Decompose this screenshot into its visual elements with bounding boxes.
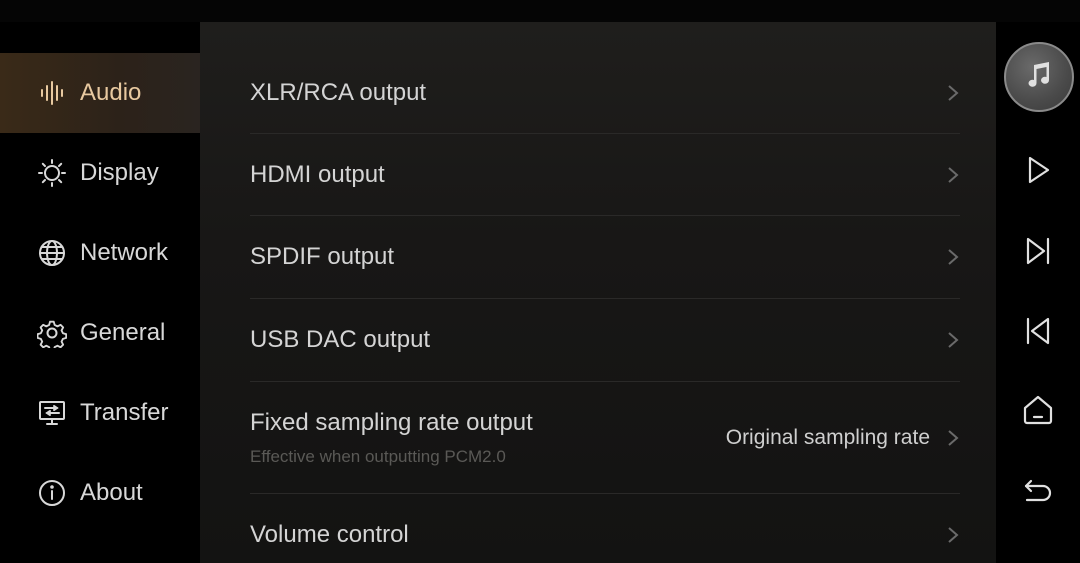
back-icon	[1021, 473, 1055, 512]
next-track-icon	[1021, 234, 1055, 273]
setting-label: Fixed sampling rate output	[250, 408, 533, 436]
setting-row-hdmi[interactable]: HDMI output	[250, 134, 960, 216]
audio-waveform-icon	[36, 77, 68, 109]
audio-settings-panel: XLR/RCA output HDMI output SPDIF output …	[200, 22, 996, 563]
sidebar-item-label: General	[80, 319, 166, 346]
back-button[interactable]	[1018, 472, 1058, 512]
chevron-right-icon	[946, 329, 960, 351]
chevron-right-icon	[946, 164, 960, 186]
setting-label: SPDIF output	[250, 243, 395, 270]
gear-icon	[36, 317, 68, 349]
sidebar-item-label: Transfer	[80, 399, 169, 426]
sidebar-item-display[interactable]: Display	[0, 133, 200, 213]
setting-sublabel: Effective when outputting PCM2.0	[250, 446, 506, 466]
play-icon	[1021, 153, 1055, 192]
status-bar	[0, 0, 1080, 22]
setting-value: Original sampling rate	[725, 425, 930, 449]
setting-label: HDMI output	[250, 160, 385, 188]
play-button[interactable]	[1018, 152, 1058, 192]
music-note-icon	[1021, 57, 1057, 98]
monitor-transfer-icon	[36, 397, 68, 429]
chevron-right-icon	[946, 524, 960, 546]
sidebar-item-general[interactable]: General	[0, 293, 200, 373]
chevron-right-icon	[946, 246, 960, 268]
previous-track-button[interactable]	[1018, 313, 1058, 353]
setting-row-volume-control[interactable]: Volume control	[250, 494, 960, 563]
chevron-right-icon	[946, 427, 960, 449]
screen: Audio Display Network General Transfer A…	[0, 0, 1080, 563]
setting-label: Volume control	[250, 521, 409, 548]
sidebar-item-about[interactable]: About	[0, 453, 200, 533]
sidebar-item-label: Display	[80, 159, 159, 186]
sidebar-item-label: Audio	[80, 79, 142, 106]
sidebar-item-label: Network	[80, 239, 169, 266]
previous-track-icon	[1021, 314, 1055, 353]
sidebar-item-network[interactable]: Network	[0, 213, 200, 293]
home-icon	[1021, 393, 1055, 432]
setting-row-spdif[interactable]: SPDIF output	[250, 216, 960, 299]
setting-row-xlr-rca[interactable]: XLR/RCA output	[250, 52, 960, 134]
sidebar-item-audio[interactable]: Audio	[0, 53, 200, 133]
sidebar-item-label: About	[80, 479, 143, 506]
setting-row-fixed-sampling-rate[interactable]: Fixed sampling rate output Effective whe…	[250, 382, 960, 494]
sidebar-item-transfer[interactable]: Transfer	[0, 373, 200, 453]
brightness-icon	[36, 157, 68, 189]
globe-icon	[36, 237, 68, 269]
now-playing-button[interactable]	[1004, 42, 1074, 112]
settings-sidebar: Audio Display Network General Transfer A…	[0, 22, 200, 563]
setting-label: USB DAC output	[250, 326, 431, 353]
home-button[interactable]	[1018, 392, 1058, 432]
next-track-button[interactable]	[1018, 233, 1058, 273]
setting-label: XLR/RCA output	[250, 78, 427, 106]
playback-control-rail	[996, 22, 1080, 563]
setting-row-usb-dac[interactable]: USB DAC output	[250, 299, 960, 382]
info-icon	[36, 477, 68, 509]
setting-text: Fixed sampling rate output Effective whe…	[250, 409, 533, 467]
chevron-right-icon	[946, 82, 960, 104]
